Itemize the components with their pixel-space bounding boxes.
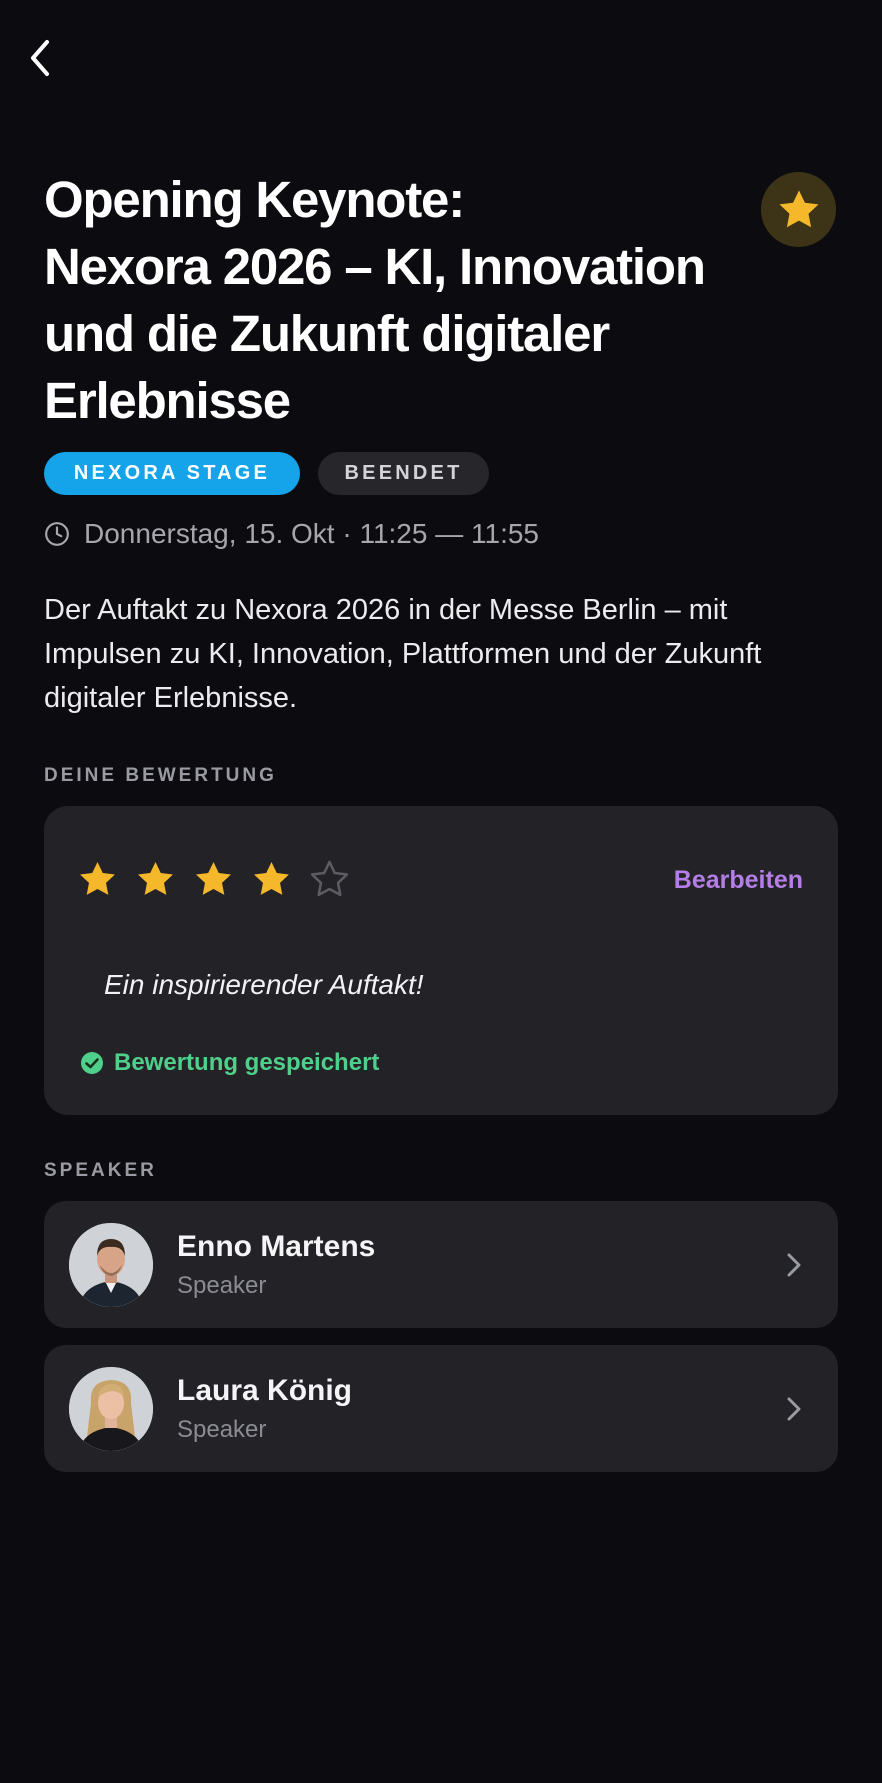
speaker-card[interactable]: Laura König Speaker <box>44 1345 838 1472</box>
star-filled-icon[interactable] <box>134 858 177 901</box>
star-filled-icon[interactable] <box>192 858 235 901</box>
star-filled-icon[interactable] <box>250 858 293 901</box>
session-title: Opening Keynote: Nexora 2026 – KI, Innov… <box>44 166 744 434</box>
back-button[interactable] <box>22 36 58 80</box>
star-empty-icon[interactable] <box>308 858 351 901</box>
status-badge: BEENDET <box>318 452 489 495</box>
edit-rating-button[interactable]: Bearbeiten <box>674 866 803 895</box>
speaker-role: Speaker <box>177 1271 267 1299</box>
star-icon <box>779 189 818 227</box>
rating-comment: Ein inspirierender Auftakt! <box>104 969 424 1000</box>
chevron-right-icon <box>787 1253 801 1276</box>
rating-section-label: DEINE BEWERTUNG <box>44 765 277 786</box>
speaker-section-label: SPEAKER <box>44 1160 157 1181</box>
speaker-name: Laura König <box>177 1373 353 1407</box>
rating-card: Bearbeiten Ein inspirierender Auftakt! B… <box>44 806 838 1115</box>
saved-status: Bewertung gespeichert <box>80 1049 379 1077</box>
datetime-text: Donnerstag, 15. Okt · 11:25 — 11:55 <box>84 518 539 549</box>
stage-badge: NEXORA STAGE <box>44 452 300 495</box>
session-badges: NEXORA STAGE BEENDET <box>44 452 489 495</box>
session-datetime: Donnerstag, 15. Okt · 11:25 — 11:55 <box>44 518 539 550</box>
title-line: Nexora 2026 – KI, Innovation <box>44 238 706 295</box>
speaker-name: Enno Martens <box>177 1229 376 1263</box>
title-line: Erlebnisse <box>44 372 291 429</box>
chevron-left-icon <box>31 40 49 76</box>
avatar <box>69 1366 153 1451</box>
speaker-card[interactable]: Enno Martens Speaker <box>44 1201 838 1328</box>
saved-label: Bewertung gespeichert <box>114 1049 380 1076</box>
star-filled-icon[interactable] <box>76 858 119 901</box>
title-line: Opening Keynote: <box>44 171 465 228</box>
speaker-role: Speaker <box>177 1415 267 1443</box>
chevron-right-icon <box>787 1397 801 1420</box>
title-line: und die Zukunft digitaler <box>44 305 610 362</box>
clock-icon <box>45 522 69 546</box>
star-rating[interactable] <box>76 858 351 901</box>
avatar <box>69 1222 153 1307</box>
check-circle-icon <box>81 1052 103 1074</box>
session-description: Der Auftakt zu Nexora 2026 in der Messe … <box>44 594 762 714</box>
favorite-button[interactable] <box>761 172 836 247</box>
